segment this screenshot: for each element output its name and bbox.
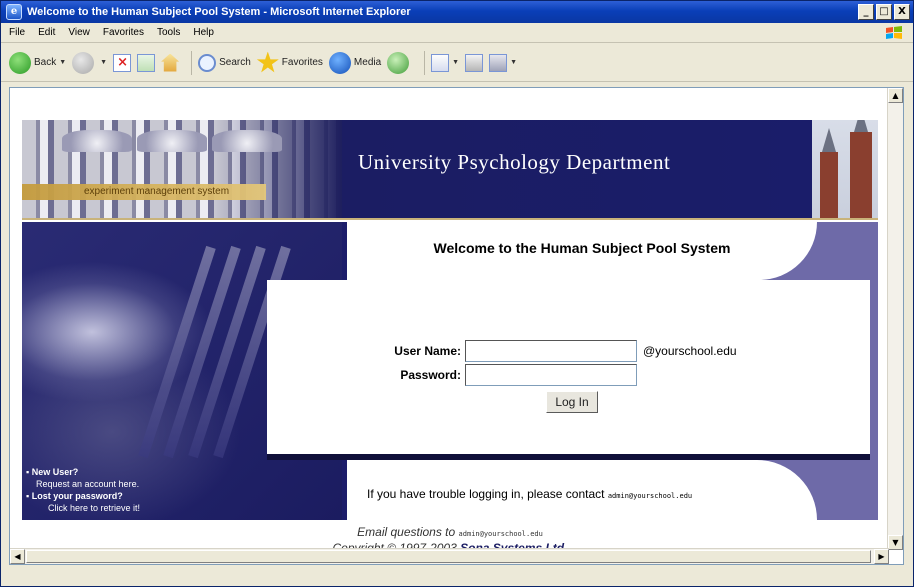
column-capital <box>212 130 282 152</box>
scroll-down-icon[interactable]: ▼ <box>888 535 903 550</box>
building-towers-image <box>812 120 878 218</box>
footer-email-link[interactable]: admin@yourschool.edu <box>459 530 543 538</box>
password-label: Password: <box>400 368 461 382</box>
mail-button[interactable]: ▼ <box>431 53 460 72</box>
windows-logo-icon <box>886 26 902 39</box>
media-icon <box>328 51 351 74</box>
trouble-text: If you have trouble logging in, please c… <box>367 487 605 501</box>
menu-tools[interactable]: Tools <box>157 27 180 38</box>
chevron-down-icon: ▼ <box>100 59 108 66</box>
printer-icon <box>465 53 484 72</box>
search-button[interactable]: Search <box>198 53 251 72</box>
print-button[interactable] <box>465 53 484 72</box>
column-capital <box>137 130 207 152</box>
menu-favorites[interactable]: Favorites <box>103 27 144 38</box>
forward-arrow-icon <box>72 51 95 74</box>
footer-email-prefix: Email questions to <box>357 525 456 539</box>
menu-bar: File Edit View Favorites Tools Help <box>1 23 913 43</box>
columns-image <box>22 120 342 218</box>
ie-logo-icon: e <box>6 4 22 20</box>
lost-password-text: Lost your password? <box>31 491 123 501</box>
chevron-down-icon: ▼ <box>59 59 67 66</box>
page-viewport: experiment management system University … <box>9 87 904 565</box>
login-form: User Name: @yourschool.edu Password: Log… <box>267 280 870 460</box>
scroll-up-icon[interactable]: ▲ <box>888 88 903 103</box>
content-area: Welcome to the Human Subject Pool System… <box>22 222 878 520</box>
stop-button[interactable]: × <box>113 53 132 72</box>
history-icon <box>387 51 410 74</box>
search-icon <box>198 53 217 72</box>
username-label: User Name: <box>394 344 461 358</box>
media-button[interactable]: Media <box>328 51 382 74</box>
login-page: experiment management system University … <box>22 120 878 555</box>
edit-page-icon <box>489 53 508 72</box>
toolbar-separator <box>191 50 193 75</box>
edit-button[interactable]: ▼ <box>489 53 518 72</box>
new-user-heading: ▪ New User? <box>26 467 79 477</box>
header-banner: experiment management system University … <box>22 120 878 220</box>
history-button[interactable] <box>387 51 412 74</box>
maximize-button[interactable]: □ <box>876 4 892 20</box>
refresh-icon <box>137 53 156 72</box>
browser-window: e Welcome to the Human Subject Pool Syst… <box>0 0 914 587</box>
chevron-down-icon: ▼ <box>510 59 518 66</box>
favorites-button[interactable]: Favorites <box>256 51 323 74</box>
toolbar-separator <box>424 50 426 75</box>
media-label: Media <box>353 57 382 68</box>
department-title: University Psychology Department <box>358 150 671 174</box>
window-title: Welcome to the Human Subject Pool System… <box>27 6 411 18</box>
admin-email-link[interactable]: admin@yourschool.edu <box>608 492 692 500</box>
username-domain-suffix: @yourschool.edu <box>643 344 737 358</box>
account-links: ▪ New User? Request an account here. ▪ L… <box>26 466 140 514</box>
trouble-message: If you have trouble logging in, please c… <box>367 487 692 501</box>
forward-button[interactable]: ▼ <box>72 51 108 74</box>
welcome-heading: Welcome to the Human Subject Pool System <box>433 240 731 256</box>
password-input[interactable] <box>465 364 637 386</box>
menu-file[interactable]: File <box>9 27 25 38</box>
title-bar: e Welcome to the Human Subject Pool Syst… <box>1 1 913 23</box>
new-user-text: New User? <box>31 467 79 477</box>
vertical-scrollbar[interactable]: ▲ ▼ <box>887 88 903 550</box>
retrieve-password-link[interactable]: Click here to retrieve it! <box>26 502 140 514</box>
scroll-left-icon[interactable]: ◀ <box>10 549 25 564</box>
column-capital <box>62 130 132 152</box>
toolbar: Back ▼ ▼ × Search Favorites Media ▼ ▼ <box>1 44 913 82</box>
favorites-label: Favorites <box>281 57 323 68</box>
request-account-link[interactable]: Request an account here. <box>26 478 140 490</box>
chevron-down-icon: ▼ <box>452 59 460 66</box>
horizontal-scrollbar[interactable]: ◀ ▶ <box>10 548 889 564</box>
stop-icon: × <box>113 53 132 72</box>
mail-icon <box>431 53 450 72</box>
search-label: Search <box>219 57 251 68</box>
home-button[interactable] <box>161 53 180 72</box>
scroll-right-icon[interactable]: ▶ <box>874 549 889 564</box>
star-icon <box>256 51 279 73</box>
username-input[interactable] <box>465 340 637 362</box>
back-button[interactable]: Back ▼ <box>9 51 67 74</box>
menu-help[interactable]: Help <box>193 27 214 38</box>
menu-edit[interactable]: Edit <box>38 27 55 38</box>
home-icon <box>161 53 180 72</box>
login-button[interactable]: Log In <box>546 391 598 413</box>
minimize-button[interactable]: _ <box>858 4 874 20</box>
back-arrow-icon <box>9 51 31 74</box>
ems-tagline: experiment management system <box>22 184 266 200</box>
close-button[interactable]: X <box>894 4 910 20</box>
refresh-button[interactable] <box>137 53 156 72</box>
menu-view[interactable]: View <box>68 27 90 38</box>
footer-email-line: Email questions to admin@yourschool.edu <box>22 524 878 540</box>
lost-password-heading: ▪ Lost your password? <box>26 491 123 501</box>
back-label: Back <box>34 57 57 68</box>
scroll-thumb[interactable] <box>26 550 871 563</box>
